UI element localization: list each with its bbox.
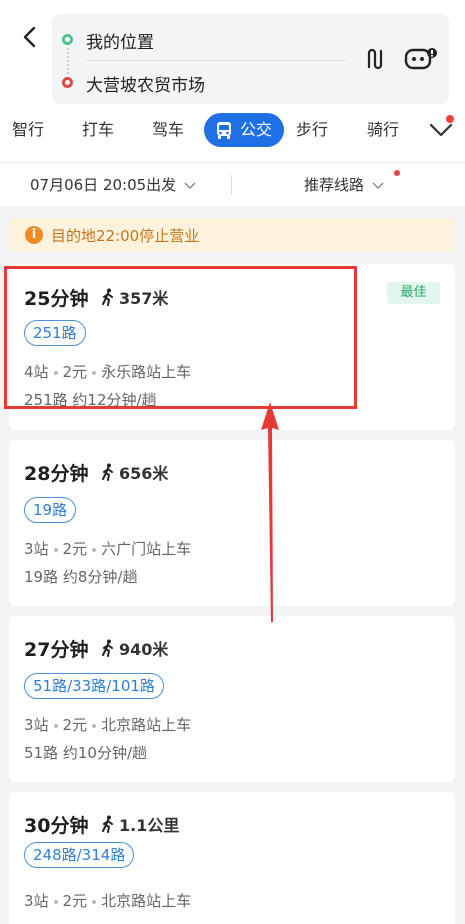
walking-person-icon <box>102 639 113 657</box>
route-duration: 25分钟 <box>24 288 89 310</box>
assistant-robot-icon[interactable] <box>404 47 438 71</box>
notification-dot <box>446 115 454 123</box>
tab-walk[interactable]: 步行 <box>296 113 328 147</box>
closing-notice: i 目的地22:00停止营业 <box>9 218 455 252</box>
walk-distance: 357米 <box>101 285 168 309</box>
route-duration: 27分钟 <box>24 639 89 661</box>
route-card[interactable]: 27分钟 940米 51路/33路/101路 3站 2元 北京路站上车 51路 约1… <box>9 616 455 782</box>
chevron-down-icon <box>372 182 384 189</box>
route-info: 3站 2元 六广门站上车 <box>24 538 191 559</box>
route-info: 3站 2元 北京路站上车 <box>24 714 191 735</box>
departure-time-selector[interactable]: 07月06日 20:05出发 <box>30 174 196 195</box>
stops-count: 3站 <box>24 540 49 558</box>
swap-icon[interactable] <box>362 47 386 71</box>
boarding-stop: 北京路站上车 <box>101 892 192 910</box>
back-arrow-icon[interactable] <box>18 22 42 52</box>
route-info: 4站 2元 永乐路站上车 <box>24 361 191 382</box>
route-card[interactable]: 30分钟 1.1公里 248路/314路 3站 2元 北京路站上车 <box>9 792 455 924</box>
bus-frequency: 51路 约10分钟/趟 <box>24 744 147 762</box>
bus-line-tag: 19路 <box>24 497 77 523</box>
address-panel: 我的位置 大营坡农贸市场 <box>52 14 449 104</box>
top-bar: 我的位置 大营坡农贸市场 智行 打车 驾车 公交 步行 骑行 <box>0 0 465 162</box>
bus-frequency: 251路 约12分钟/趟 <box>24 391 157 409</box>
route-preference-selector[interactable]: 推荐线路 <box>304 174 384 195</box>
walking-person-icon <box>102 463 113 481</box>
fare: 2元 <box>62 716 88 734</box>
boarding-stop: 永乐路站上车 <box>101 363 192 381</box>
route-preference-label: 推荐线路 <box>304 176 365 194</box>
notice-text: 目的地22:00停止营业 <box>51 227 200 245</box>
start-location-field[interactable]: 我的位置 <box>86 28 154 53</box>
bus-line-tag: 248路/314路 <box>24 842 135 868</box>
chevron-down-icon <box>184 182 196 189</box>
fare: 2元 <box>62 892 88 910</box>
tab-drive[interactable]: 驾车 <box>152 113 184 147</box>
tab-transit[interactable]: 公交 <box>204 113 285 147</box>
notification-dot <box>394 170 400 176</box>
walking-person-icon <box>102 288 113 306</box>
end-location-field[interactable]: 大营坡农贸市场 <box>86 71 205 96</box>
walk-distance-value: 1.1公里 <box>119 816 180 835</box>
fare: 2元 <box>62 363 88 381</box>
stops-count: 4站 <box>24 363 49 381</box>
bus-frequency: 19路 约8分钟/趟 <box>24 568 138 586</box>
route-connector <box>67 48 69 74</box>
fare: 2元 <box>62 540 88 558</box>
options-divider <box>231 175 232 195</box>
boarding-stop: 北京路站上车 <box>101 716 192 734</box>
walk-distance-value: 656米 <box>119 464 169 483</box>
walking-person-icon <box>102 815 113 833</box>
route-card[interactable]: 28分钟 656米 19路 3站 2元 六广门站上车 19路 约8分钟/趟 <box>9 440 455 606</box>
route-card[interactable]: 25分钟 357米 最佳 251路 4站 2元 永乐路站上车 251路 约12分钟/… <box>9 264 455 430</box>
walk-distance-value: 357米 <box>119 289 169 308</box>
stops-count: 3站 <box>24 892 49 910</box>
tab-transit-label: 公交 <box>240 120 273 139</box>
start-dot-icon <box>62 34 73 45</box>
info-icon: i <box>25 226 43 244</box>
end-dot-icon <box>62 77 73 88</box>
bus-line-tag: 51路/33路/101路 <box>24 673 164 699</box>
route-duration: 28分钟 <box>24 463 89 485</box>
tab-bike[interactable]: 骑行 <box>367 113 399 147</box>
boarding-stop: 六广门站上车 <box>101 540 192 558</box>
address-divider <box>86 60 346 61</box>
route-duration: 30分钟 <box>24 815 89 837</box>
bus-line-tag: 251路 <box>24 320 86 346</box>
stops-count: 3站 <box>24 716 49 734</box>
walk-distance: 940米 <box>101 636 168 660</box>
tab-smart[interactable]: 智行 <box>12 113 44 147</box>
transport-mode-tabs: 智行 打车 驾车 公交 步行 骑行 <box>0 113 465 151</box>
tab-taxi[interactable]: 打车 <box>82 113 114 147</box>
walk-distance-value: 940米 <box>119 640 169 659</box>
walk-distance: 1.1公里 <box>101 812 179 836</box>
route-options-bar: 07月06日 20:05出发 推荐线路 <box>0 162 465 206</box>
walk-distance: 656米 <box>101 460 168 484</box>
best-badge: 最佳 <box>387 282 440 304</box>
route-info: 3站 2元 北京路站上车 <box>24 890 191 911</box>
bus-icon <box>217 122 231 139</box>
departure-time-label: 07月06日 20:05出发 <box>30 176 177 194</box>
